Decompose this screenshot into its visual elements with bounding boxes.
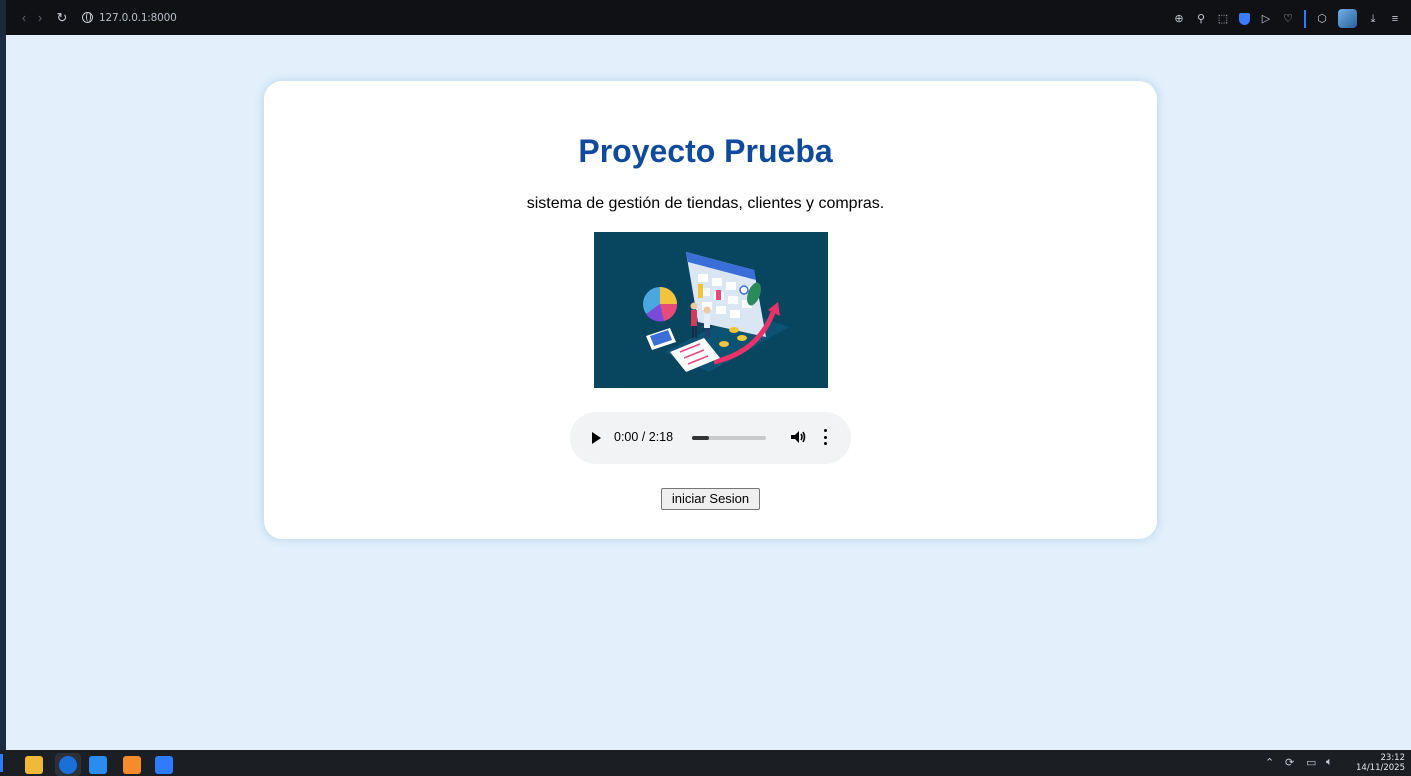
- play-icon[interactable]: ▷: [1260, 13, 1272, 25]
- taskbar: ⌃ ⟳ ▭ 🔈︎ 23:12 14/11/2025: [0, 750, 1411, 776]
- profile-avatar[interactable]: [1338, 9, 1357, 28]
- analytics-illustration: [594, 232, 828, 388]
- hero-image: [594, 232, 828, 388]
- reload-icon[interactable]: ↻: [54, 10, 70, 26]
- vscode-icon[interactable]: [89, 756, 107, 774]
- forward-icon[interactable]: ›: [32, 10, 48, 25]
- sync-icon[interactable]: ⟳: [1285, 756, 1294, 769]
- browser-app-icon[interactable]: [59, 756, 77, 774]
- more-options-icon[interactable]: [824, 429, 828, 445]
- heart-icon[interactable]: ♡: [1282, 13, 1294, 25]
- xampp-icon[interactable]: [123, 756, 141, 774]
- volume-icon[interactable]: [789, 428, 807, 446]
- zoom-icon[interactable]: ⊕: [1173, 13, 1185, 25]
- browser-toolbar: ‹ › ↻ 127.0.0.1:8000 ⊕ ⚲ ⬚ ▷ ♡ ⬡ ⤓ ≡: [0, 0, 1411, 35]
- start-indicator: [0, 754, 3, 772]
- back-icon[interactable]: ‹: [16, 10, 32, 25]
- monitor-icon[interactable]: ▭: [1306, 756, 1316, 769]
- audio-time: 0:00 / 2:18: [614, 430, 674, 444]
- system-clock[interactable]: 23:12 14/11/2025: [1356, 753, 1405, 773]
- audio-seek-progress: [692, 436, 710, 440]
- globe-icon: [82, 12, 93, 23]
- file-explorer-icon[interactable]: [25, 756, 43, 774]
- screenshot-icon[interactable]: ⬚: [1217, 13, 1229, 25]
- login-button[interactable]: iniciar Sesion: [661, 488, 760, 510]
- docs-icon[interactable]: [155, 756, 173, 774]
- page-subtitle: sistema de gestión de tiendas, clientes …: [526, 195, 885, 212]
- toolbar-actions: ⊕ ⚲ ⬚ ▷ ♡ ⬡ ⤓ ≡: [1173, 9, 1401, 28]
- menu-icon[interactable]: ≡: [1389, 13, 1401, 25]
- address-bar[interactable]: 127.0.0.1:8000: [99, 12, 177, 24]
- extensions-icon[interactable]: ⬡: [1316, 13, 1328, 25]
- speaker-icon[interactable]: 🔈︎: [1326, 756, 1333, 769]
- download-icon[interactable]: ⤓: [1367, 13, 1379, 25]
- toolbar-divider: [1304, 9, 1306, 28]
- audio-seek-slider[interactable]: [692, 436, 766, 440]
- clock-date: 14/11/2025: [1356, 763, 1405, 773]
- shield-icon[interactable]: [1239, 12, 1250, 25]
- pin-icon[interactable]: ⚲: [1195, 13, 1207, 25]
- audio-player: 0:00 / 2:18: [570, 412, 851, 464]
- page-title: Proyecto Prueba: [578, 133, 833, 169]
- chevron-up-icon[interactable]: ⌃: [1265, 756, 1274, 769]
- play-button[interactable]: [592, 432, 601, 444]
- clock-time: 23:12: [1380, 753, 1406, 763]
